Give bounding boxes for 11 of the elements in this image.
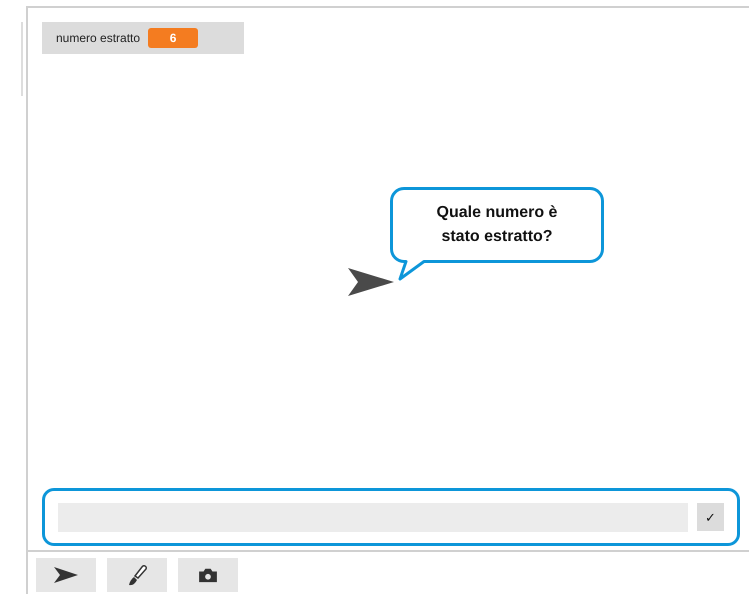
brush-button[interactable]: [107, 558, 167, 592]
monitor-label: numero estratto: [56, 31, 140, 45]
brush-icon: [126, 564, 148, 586]
submit-button[interactable]: ✓: [697, 503, 724, 531]
monitor-value: 6: [148, 28, 198, 48]
arrow-icon: [52, 565, 80, 585]
arrow-sprite-icon[interactable]: [348, 268, 394, 296]
camera-button[interactable]: [178, 558, 238, 592]
bubble-text: Quale numero è stato estratto?: [436, 203, 558, 247]
sprite-button[interactable]: [36, 558, 96, 592]
camera-icon: [198, 567, 218, 583]
